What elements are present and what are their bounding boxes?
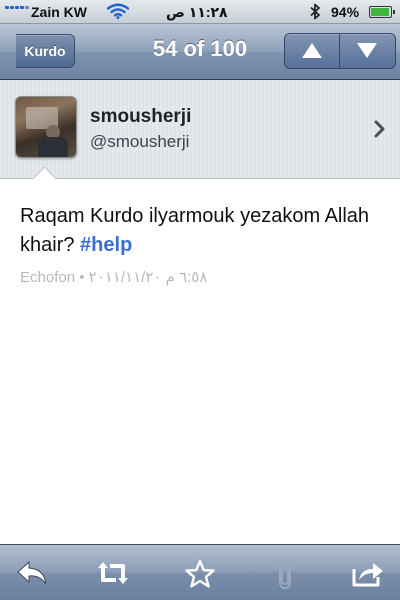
- page-title: 54 of 100: [152, 36, 248, 61]
- user-profile-row[interactable]: smousherji @smousherji: [0, 80, 400, 179]
- back-button[interactable]: Kurdo: [16, 34, 75, 68]
- carrier-name: Zain KW: [31, 4, 87, 20]
- favorite-star-icon: [185, 559, 215, 588]
- hashtag-link[interactable]: #help: [80, 234, 132, 256]
- retweet-icon: [98, 562, 128, 584]
- previous-tweet-button[interactable]: [285, 34, 340, 68]
- chevron-right-icon: [374, 120, 385, 138]
- tweet-actions-toolbar: [0, 544, 400, 600]
- bluetooth-icon: [309, 3, 321, 23]
- favorite-button[interactable]: [180, 559, 220, 591]
- user-display-name: smousherji: [90, 106, 192, 127]
- attachment-paperclip-icon: [279, 559, 291, 590]
- wifi-icon: [106, 3, 130, 22]
- battery-icon: [369, 6, 395, 18]
- status-bar: Zain KW ١١:٢٨ ص 94%: [0, 0, 400, 24]
- tweet-text: Raqam Kurdo ilyarmouk yezakom Allah khai…: [20, 202, 390, 260]
- down-arrow-icon: [357, 43, 377, 58]
- attachment-button[interactable]: [266, 559, 306, 591]
- up-arrow-icon: [302, 43, 322, 58]
- tweet-meta: Echofon • ٦:٥٨ م ٢٠١١/١١/٢٠: [20, 269, 208, 286]
- battery-percent: 94%: [331, 4, 360, 20]
- avatar[interactable]: [15, 96, 77, 158]
- share-button[interactable]: [348, 559, 388, 591]
- tweet-navigation-control: [284, 33, 396, 69]
- tweet-body: Raqam Kurdo ilyarmouk yezakom Allah khai…: [20, 205, 370, 256]
- back-button-label: Kurdo: [24, 43, 66, 59]
- retweet-button[interactable]: [93, 559, 133, 591]
- reply-button[interactable]: [12, 559, 52, 591]
- user-handle: @smousherji: [90, 132, 190, 151]
- navigation-bar: Kurdo 54 of 100: [0, 24, 400, 80]
- next-tweet-button[interactable]: [340, 34, 395, 68]
- share-icon: [352, 563, 383, 587]
- status-time: ١١:٢٨ ص: [166, 4, 228, 20]
- reply-icon: [17, 560, 47, 585]
